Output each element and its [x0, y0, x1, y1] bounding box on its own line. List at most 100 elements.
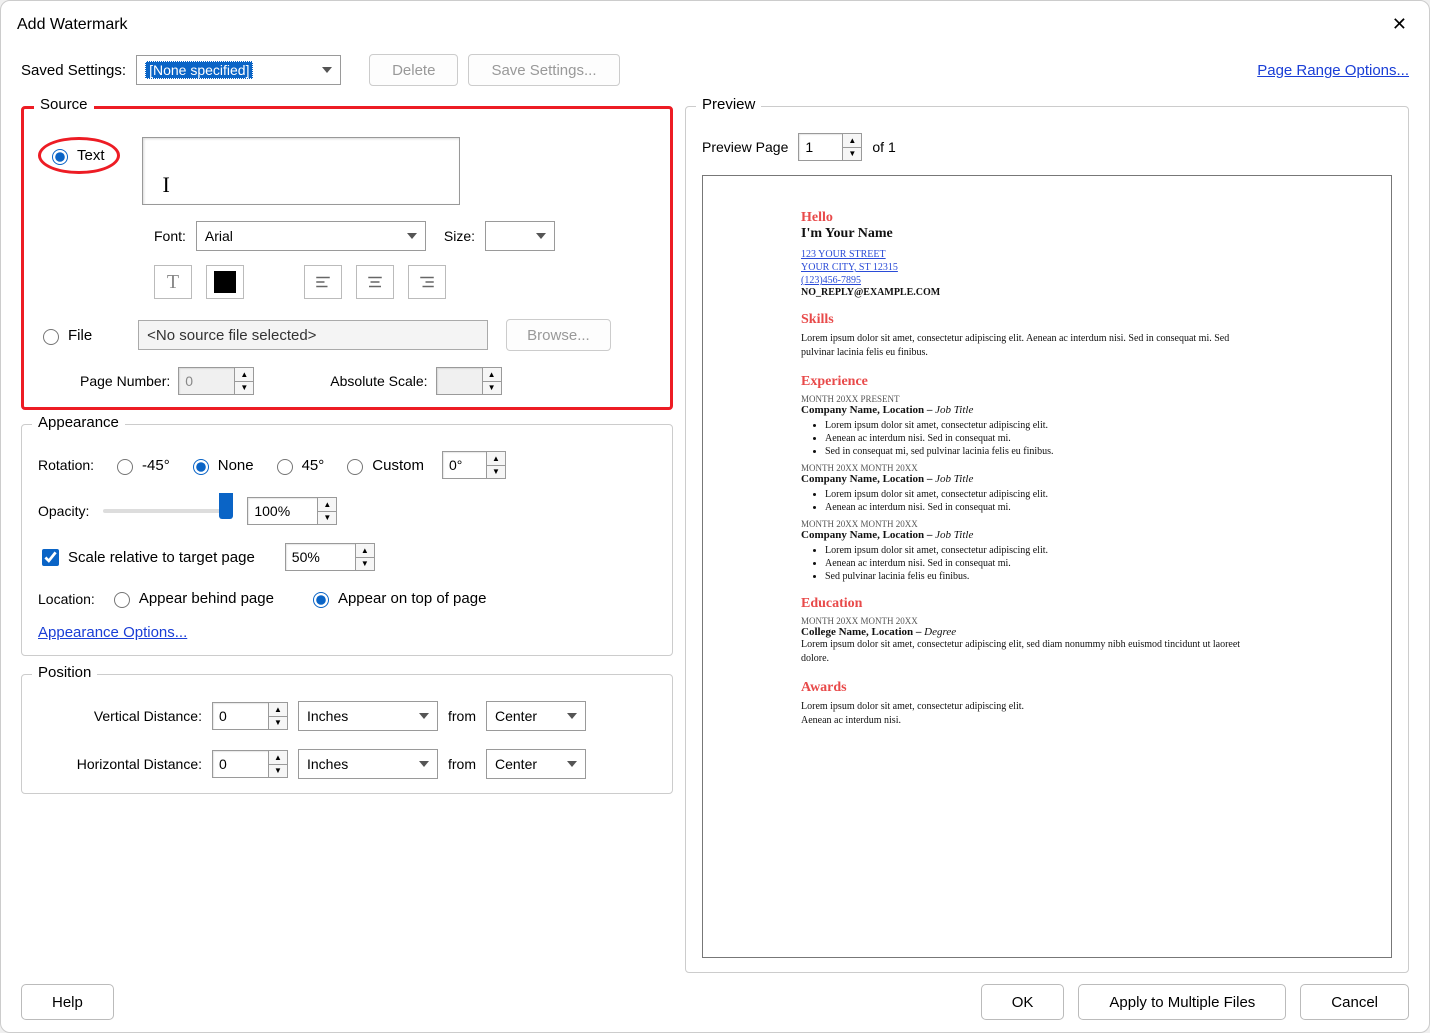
spin-down-icon[interactable]: ▼	[269, 717, 287, 730]
resume-exp1-title: Company Name, Location – Job Title	[801, 404, 1241, 416]
spin-down-icon[interactable]: ▼	[843, 148, 861, 161]
rotation-custom-input[interactable]	[442, 451, 486, 479]
resume-exp1-date: MONTH 20XX PRESENT	[801, 394, 1241, 404]
resume-edu-body: Lorem ipsum dolor sit amet, consectetur …	[801, 638, 1241, 666]
resume-awards-heading: Awards	[801, 680, 1241, 696]
resume-exp3-title: Company Name, Location – Job Title	[801, 529, 1241, 541]
from-label: from	[448, 708, 476, 724]
rotation-none-radio[interactable]: None	[188, 456, 254, 475]
spin-down-icon[interactable]: ▼	[318, 512, 336, 525]
text-color-button[interactable]	[206, 265, 244, 299]
align-left-icon	[314, 273, 332, 291]
vertical-from-combo[interactable]: Center	[486, 701, 586, 731]
align-left-button[interactable]	[304, 265, 342, 299]
rotation-label: Rotation:	[38, 457, 94, 473]
appearance-options-link[interactable]: Appearance Options...	[38, 624, 187, 641]
close-button[interactable]: ✕	[1384, 12, 1415, 37]
spin-up-icon[interactable]: ▲	[483, 368, 501, 382]
apply-multiple-button[interactable]: Apply to Multiple Files	[1078, 984, 1286, 1020]
location-top-radio[interactable]: Appear on top of page	[308, 589, 486, 608]
ok-button[interactable]: OK	[981, 984, 1065, 1020]
align-right-icon	[418, 273, 436, 291]
watermark-text-input[interactable]: I	[142, 137, 460, 205]
chevron-down-icon	[567, 761, 577, 767]
horizontal-distance-input[interactable]	[212, 750, 268, 778]
spin-down-icon[interactable]: ▼	[487, 466, 505, 479]
help-button[interactable]: Help	[21, 984, 114, 1020]
align-right-button[interactable]	[408, 265, 446, 299]
page-number-spinner[interactable]: ▲▼	[178, 367, 254, 395]
location-top-label: Appear on top of page	[338, 590, 486, 607]
spin-up-icon[interactable]: ▲	[235, 368, 253, 382]
rotation-45-radio[interactable]: 45°	[272, 456, 325, 475]
saved-settings-value: [None specified]	[145, 61, 253, 79]
spin-up-icon[interactable]: ▲	[356, 544, 374, 558]
absolute-scale-spinner[interactable]: ▲▼	[436, 367, 502, 395]
spin-down-icon[interactable]: ▼	[269, 765, 287, 778]
from-label: from	[448, 756, 476, 772]
preview-legend: Preview	[696, 96, 761, 113]
vertical-from-value: Center	[495, 708, 537, 724]
resume-addr2: YOUR CITY, ST 12315	[801, 261, 1241, 274]
spin-up-icon[interactable]: ▲	[269, 751, 287, 765]
browse-button[interactable]: Browse...	[506, 319, 611, 351]
spin-down-icon[interactable]: ▼	[483, 382, 501, 395]
resume-experience-heading: Experience	[801, 374, 1241, 390]
save-settings-button[interactable]: Save Settings...	[468, 54, 619, 86]
rotation-neg45-radio[interactable]: -45°	[112, 456, 170, 475]
resume-skills-heading: Skills	[801, 312, 1241, 328]
horizontal-unit-combo[interactable]: Inches	[298, 749, 438, 779]
spin-up-icon[interactable]: ▲	[269, 703, 287, 717]
scale-spinner[interactable]: ▲▼	[285, 543, 375, 571]
vertical-distance-spinner[interactable]: ▲▼	[212, 702, 288, 730]
horizontal-distance-spinner[interactable]: ▲▼	[212, 750, 288, 778]
resume-skills-body: Lorem ipsum dolor sit amet, consectetur …	[801, 332, 1241, 360]
scale-relative-label: Scale relative to target page	[68, 549, 255, 566]
scale-input[interactable]	[285, 543, 355, 571]
align-center-icon	[366, 273, 384, 291]
spin-down-icon[interactable]: ▼	[235, 382, 253, 395]
spin-up-icon[interactable]: ▲	[843, 134, 861, 148]
opacity-input[interactable]	[247, 497, 317, 525]
appearance-group: Appearance Rotation: -45° None 45° Custo…	[21, 424, 673, 656]
spin-up-icon[interactable]: ▲	[318, 498, 336, 512]
font-combo[interactable]: Arial	[196, 221, 426, 251]
cancel-button[interactable]: Cancel	[1300, 984, 1409, 1020]
rotation-none-label: None	[218, 457, 254, 474]
source-file-radio[interactable]: File	[38, 326, 92, 345]
location-behind-radio[interactable]: Appear behind page	[109, 589, 274, 608]
location-label: Location:	[38, 591, 95, 607]
resume-awards-body2: Aenean ac interdum nisi.	[801, 714, 1241, 728]
text-radio-highlight: Text	[38, 137, 120, 174]
resume-awards-body1: Lorem ipsum dolor sit amet, consectetur …	[801, 700, 1241, 714]
chevron-down-icon	[407, 233, 417, 239]
opacity-spinner[interactable]: ▲▼	[247, 497, 337, 525]
absolute-scale-input[interactable]	[436, 367, 482, 395]
resume-bullet: Sed pulvinar lacinia felis eu finibus.	[825, 571, 1241, 582]
rotation-custom-radio[interactable]: Custom	[342, 456, 424, 475]
resume-bullet: Aenean ac interdum nisi. Sed in consequa…	[825, 558, 1241, 569]
resume-phone: (123)456-7895	[801, 274, 1241, 287]
preview-page-spinner[interactable]: ▲▼	[798, 133, 862, 161]
resume-bullet: Aenean ac interdum nisi. Sed in consequa…	[825, 433, 1241, 444]
page-range-options-link[interactable]: Page Range Options...	[1257, 62, 1409, 79]
underline-button[interactable]: T	[154, 265, 192, 299]
source-text-radio[interactable]: Text	[47, 146, 105, 165]
preview-page-input[interactable]	[798, 133, 842, 161]
appearance-legend: Appearance	[32, 414, 125, 431]
vertical-unit-combo[interactable]: Inches	[298, 701, 438, 731]
vertical-distance-input[interactable]	[212, 702, 268, 730]
size-combo[interactable]	[485, 221, 555, 251]
spin-down-icon[interactable]: ▼	[356, 558, 374, 571]
align-center-button[interactable]	[356, 265, 394, 299]
rotation-custom-spinner[interactable]: ▲▼	[442, 451, 506, 479]
chevron-down-icon	[536, 233, 546, 239]
page-number-input[interactable]	[178, 367, 234, 395]
delete-button[interactable]: Delete	[369, 54, 458, 86]
scale-relative-checkbox[interactable]: Scale relative to target page	[38, 546, 255, 569]
horizontal-from-combo[interactable]: Center	[486, 749, 586, 779]
saved-settings-combo[interactable]: [None specified]	[136, 55, 341, 85]
resume-edu-title: College Name, Location – Degree	[801, 626, 1241, 638]
spin-up-icon[interactable]: ▲	[487, 452, 505, 466]
opacity-slider[interactable]	[103, 509, 233, 513]
